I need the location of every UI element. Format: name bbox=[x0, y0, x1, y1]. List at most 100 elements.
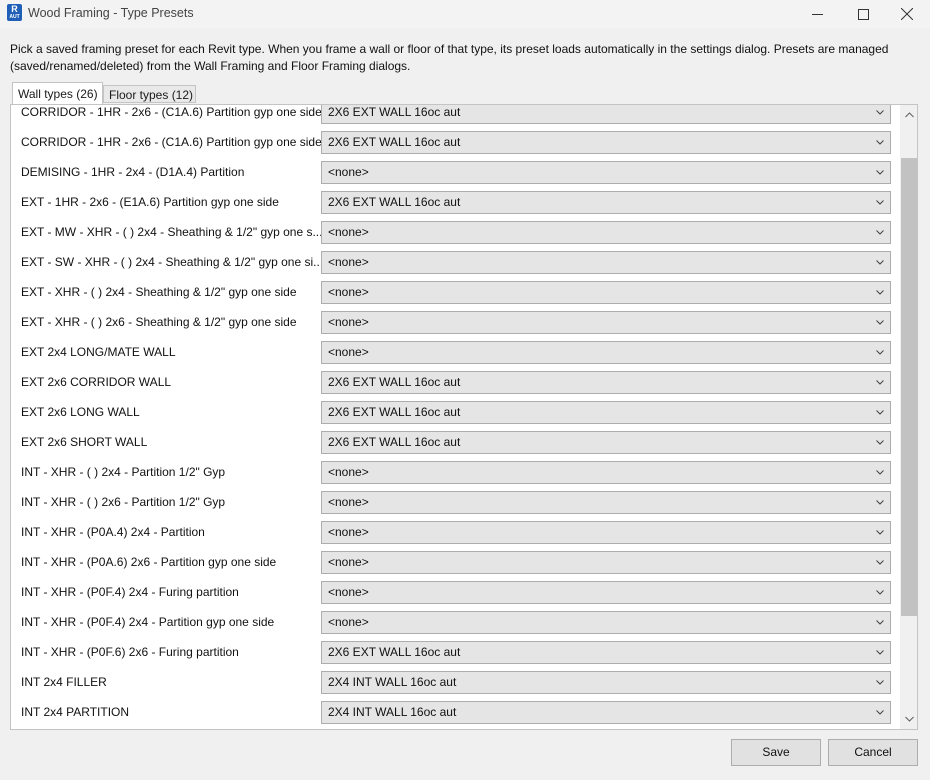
table-row: EXT - SW - XHR - ( ) 2x4 - Sheathing & 1… bbox=[11, 247, 899, 277]
preset-dropdown[interactable]: <none> bbox=[321, 281, 891, 304]
preset-dropdown[interactable]: <none> bbox=[321, 611, 891, 634]
wall-type-label: INT - XHR - (P0A.4) 2x4 - Partition bbox=[21, 525, 205, 539]
table-row: EXT - XHR - ( ) 2x4 - Sheathing & 1/2" g… bbox=[11, 277, 899, 307]
tab-wall-types[interactable]: Wall types (26) bbox=[12, 82, 103, 104]
chevron-down-icon bbox=[874, 252, 886, 273]
preset-dropdown-value: <none> bbox=[328, 615, 369, 629]
preset-dropdown[interactable]: <none> bbox=[321, 311, 891, 334]
chevron-down-icon bbox=[874, 462, 886, 483]
tab-floor-types[interactable]: Floor types (12) bbox=[103, 85, 196, 103]
wall-type-label: EXT - XHR - ( ) 2x4 - Sheathing & 1/2" g… bbox=[21, 285, 297, 299]
scroll-down-button[interactable] bbox=[900, 711, 917, 727]
preset-dropdown-value: <none> bbox=[328, 315, 369, 329]
preset-dropdown[interactable]: <none> bbox=[321, 491, 891, 514]
minimize-button[interactable] bbox=[794, 0, 840, 28]
preset-dropdown[interactable]: 2X6 EXT WALL 16oc aut bbox=[321, 131, 891, 154]
chevron-down-icon bbox=[874, 192, 886, 213]
chevron-down-icon bbox=[874, 552, 886, 573]
chevron-down-icon bbox=[874, 105, 886, 123]
preset-dropdown-value: <none> bbox=[328, 525, 369, 539]
preset-dropdown[interactable]: 2X6 EXT WALL 16oc aut bbox=[321, 431, 891, 454]
revit-app-icon: R AUT bbox=[7, 4, 22, 21]
preset-dropdown-value: 2X4 INT WALL 16oc aut bbox=[328, 705, 457, 719]
wall-type-label: EXT 2x6 CORRIDOR WALL bbox=[21, 375, 172, 389]
preset-dropdown[interactable]: 2X4 INT WALL 16oc aut bbox=[321, 671, 891, 694]
chevron-down-icon bbox=[874, 522, 886, 543]
preset-dropdown[interactable]: 2X4 INT WALL 16oc aut bbox=[321, 701, 891, 724]
table-row: INT - XHR - (P0A.4) 2x4 - Partition <none… bbox=[11, 517, 899, 547]
preset-dropdown-value: <none> bbox=[328, 255, 369, 269]
chevron-down-icon bbox=[874, 702, 886, 723]
table-row: EXT 2x4 LONG/MATE WALL <none> bbox=[11, 337, 899, 367]
scroll-thumb[interactable] bbox=[901, 158, 917, 616]
chevron-down-icon bbox=[874, 432, 886, 453]
preset-dropdown-value: <none> bbox=[328, 225, 369, 239]
preset-dropdown[interactable]: <none> bbox=[321, 461, 891, 484]
scroll-up-button[interactable] bbox=[900, 107, 917, 123]
wall-type-label: INT - XHR - ( ) 2x6 - Partition 1/2" Gyp bbox=[21, 495, 226, 509]
preset-dropdown[interactable]: <none> bbox=[321, 581, 891, 604]
preset-dropdown-value: 2X6 EXT WALL 16oc aut bbox=[328, 375, 461, 389]
preset-dropdown-value: 2X4 INT WALL 16oc aut bbox=[328, 675, 457, 689]
type-preset-list: CORRIDOR - 1HR - 2x6 - (C1A.6) Partition… bbox=[11, 105, 899, 727]
instructions-text: Pick a saved framing preset for each Rev… bbox=[10, 42, 889, 73]
preset-dropdown-value: <none> bbox=[328, 165, 369, 179]
maximize-button[interactable] bbox=[840, 0, 886, 28]
chevron-up-icon bbox=[904, 112, 914, 118]
preset-dropdown[interactable]: <none> bbox=[321, 251, 891, 274]
wall-type-label: INT - XHR - (P0F.6) 2x6 - Furing partiti… bbox=[21, 645, 239, 659]
table-row: EXT - 1HR - 2x6 - (E1A.6) Partition gyp … bbox=[11, 187, 899, 217]
chevron-down-icon bbox=[874, 642, 886, 663]
preset-dropdown[interactable]: 2X6 EXT WALL 16oc aut bbox=[321, 371, 891, 394]
table-row: INT - XHR - (P0F.4) 2x4 - Partition gyp … bbox=[11, 607, 899, 637]
preset-dropdown[interactable]: <none> bbox=[321, 161, 891, 184]
close-icon bbox=[901, 8, 913, 20]
chevron-down-icon bbox=[874, 222, 886, 243]
table-row: INT - XHR - (P0F.6) 2x6 - Furing partiti… bbox=[11, 637, 899, 667]
wall-type-label: EXT - 1HR - 2x6 - (E1A.6) Partition gyp … bbox=[21, 195, 279, 209]
table-row: INT - XHR - ( ) 2x6 - Partition 1/2" Gyp… bbox=[11, 487, 899, 517]
preset-dropdown[interactable]: 2X6 EXT WALL 16oc aut bbox=[321, 191, 891, 214]
preset-dropdown-value: 2X6 EXT WALL 16oc aut bbox=[328, 135, 461, 149]
wall-type-label: EXT 2x6 LONG WALL bbox=[21, 405, 140, 419]
table-row: INT - XHR - ( ) 2x4 - Partition 1/2" Gyp… bbox=[11, 457, 899, 487]
minimize-icon bbox=[811, 13, 823, 15]
preset-dropdown[interactable]: 2X6 EXT WALL 16oc aut bbox=[321, 105, 891, 124]
vertical-scrollbar[interactable] bbox=[900, 105, 917, 729]
preset-dropdown[interactable]: 2X6 EXT WALL 16oc aut bbox=[321, 401, 891, 424]
table-row: DEMISING - 1HR - 2x4 - (D1A.4) Partition… bbox=[11, 157, 899, 187]
chevron-down-icon bbox=[904, 716, 914, 722]
preset-dropdown-value: <none> bbox=[328, 585, 369, 599]
wall-type-label: DEMISING - 1HR - 2x4 - (D1A.4) Partition bbox=[21, 165, 245, 179]
preset-dropdown[interactable]: <none> bbox=[321, 551, 891, 574]
table-row: INT 2x4 FILLER 2X4 INT WALL 16oc aut bbox=[11, 667, 899, 697]
preset-dropdown[interactable]: <none> bbox=[321, 221, 891, 244]
table-row: INT - XHR - (P0F.4) 2x4 - Furing partiti… bbox=[11, 577, 899, 607]
table-row: EXT - XHR - ( ) 2x6 - Sheathing & 1/2" g… bbox=[11, 307, 899, 337]
wall-type-label: EXT 2x6 SHORT WALL bbox=[21, 435, 148, 449]
preset-dropdown[interactable]: <none> bbox=[321, 521, 891, 544]
close-button[interactable] bbox=[884, 0, 930, 28]
wall-type-label: EXT - SW - XHR - ( ) 2x4 - Sheathing & 1… bbox=[21, 255, 321, 269]
save-button[interactable]: Save bbox=[731, 739, 821, 766]
chevron-down-icon bbox=[874, 582, 886, 603]
wall-type-label: INT - XHR - (P0F.4) 2x4 - Furing partiti… bbox=[21, 585, 239, 599]
preset-dropdown[interactable]: 2X6 EXT WALL 16oc aut bbox=[321, 641, 891, 664]
chevron-down-icon bbox=[874, 342, 886, 363]
wall-type-label: INT - XHR - (P0A.6) 2x6 - Partition gyp … bbox=[21, 555, 277, 569]
table-row: INT - XHR - (P0A.6) 2x6 - Partition gyp … bbox=[11, 547, 899, 577]
preset-dropdown[interactable]: <none> bbox=[321, 341, 891, 364]
chevron-down-icon bbox=[874, 132, 886, 153]
wall-types-panel: CORRIDOR - 1HR - 2x6 - (C1A.6) Partition… bbox=[10, 104, 918, 730]
table-row: INT 2x4 PARTITION 2X4 INT WALL 16oc aut bbox=[11, 697, 899, 727]
preset-dropdown-value: <none> bbox=[328, 465, 369, 479]
preset-dropdown-value: <none> bbox=[328, 345, 369, 359]
preset-dropdown-value: <none> bbox=[328, 495, 369, 509]
preset-dropdown-value: 2X6 EXT WALL 16oc aut bbox=[328, 435, 461, 449]
preset-dropdown-value: 2X6 EXT WALL 16oc aut bbox=[328, 105, 461, 119]
preset-dropdown-value: <none> bbox=[328, 555, 369, 569]
maximize-icon bbox=[857, 8, 869, 20]
cancel-button[interactable]: Cancel bbox=[828, 739, 918, 766]
chevron-down-icon bbox=[874, 282, 886, 303]
preset-dropdown-value: 2X6 EXT WALL 16oc aut bbox=[328, 405, 461, 419]
